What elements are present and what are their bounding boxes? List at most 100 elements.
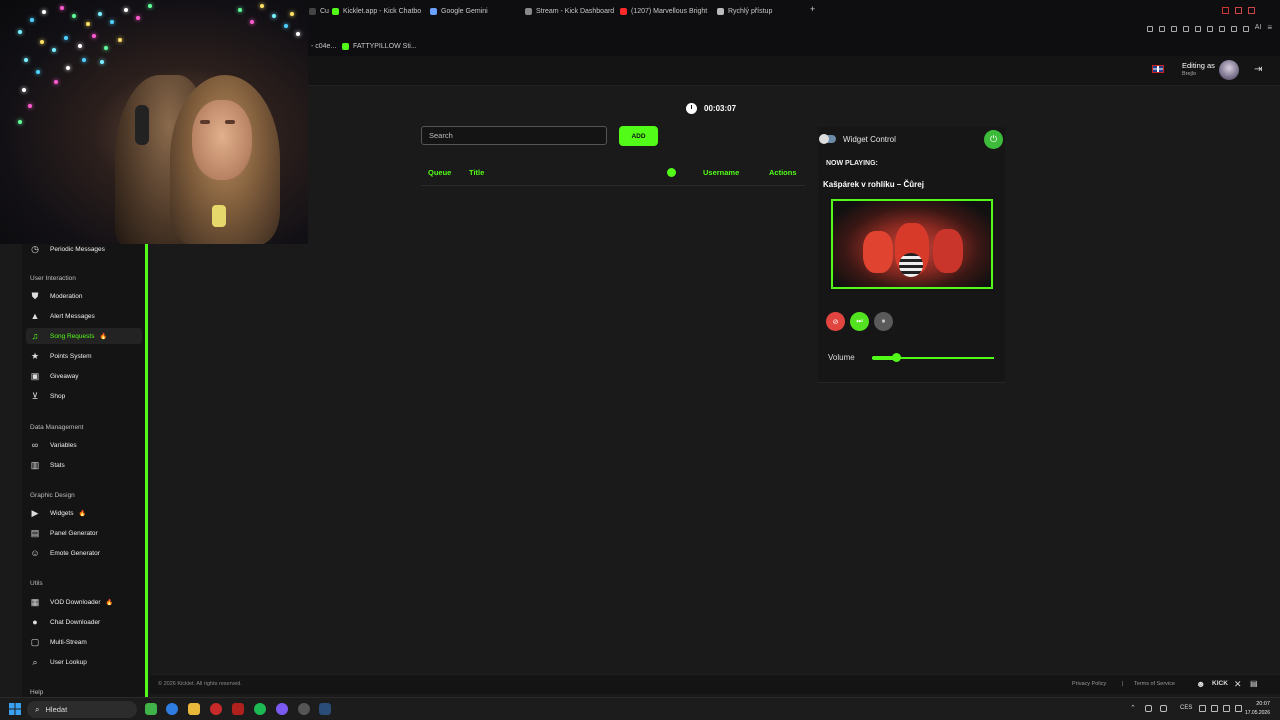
pause-button[interactable]: ⏸ [874,312,893,331]
sidebar-item-stats[interactable]: ▥ Stats [26,457,142,473]
kick-icon[interactable]: KICK [1212,680,1228,687]
xbox-icon[interactable] [145,703,157,715]
browser-tab[interactable]: Google Gemini [430,5,488,17]
bookmark-icon[interactable] [1146,26,1153,32]
logout-icon[interactable]: ⇥ [1254,64,1262,75]
screenshot-icon[interactable] [1158,26,1165,32]
sidebar-item-vod-downloader[interactable]: ▦ VOD Downloader 🔥 [26,594,142,610]
close-window-icon[interactable] [1248,7,1255,14]
add-button[interactable]: ADD [619,126,658,146]
sidebar-item-variables[interactable]: ∞ Variables [26,437,142,453]
taskbar-search[interactable]: ⌕ Hledat [27,701,137,718]
steam-icon[interactable] [319,703,331,715]
sidebar-item-chat-downloader[interactable]: ● Chat Downloader [26,614,142,630]
language-indicator[interactable]: CES [1180,705,1192,711]
column-title[interactable]: Title [469,168,484,177]
sidebar-item-label: Alert Messages [50,312,95,320]
shield-icon[interactable] [1170,26,1177,32]
sidebar-item-multi-stream[interactable]: ▢ Multi-Stream [26,634,142,650]
browser-tab[interactable]: Rychlý přístup [717,5,772,17]
ai-button[interactable]: AI [1255,24,1262,32]
new-tab-button[interactable]: + [810,3,815,15]
obs-icon[interactable] [298,703,310,715]
music-icon: ♫ [31,331,39,341]
network-icon[interactable] [1145,705,1152,712]
app-icon[interactable] [232,703,244,715]
sidebar-item-label: Shop [50,392,66,400]
tab-favicon-icon [620,7,627,15]
sidebar-item-user-lookup[interactable]: ⌕ User Lookup [26,654,142,670]
download-icon[interactable] [1218,26,1225,32]
power-button[interactable]: ⏻ [984,130,1003,149]
sidebar-item-song-requests[interactable]: ♫ Song Requests 🔥 [26,328,142,344]
widget-toggle[interactable] [819,134,836,144]
fairy-light [22,88,26,92]
tray-chevron-icon[interactable]: ⌃ [1130,704,1136,712]
volume-slider-handle[interactable] [892,353,902,362]
discord-icon[interactable]: ☻ [1196,679,1205,689]
opera-icon[interactable] [210,703,222,715]
sidebar-item-label: User Lookup [50,658,87,666]
taskbar-time[interactable]: 20:07 [1240,701,1270,707]
bookmark-item[interactable]: FATTYPILLOW Sti... [342,40,417,52]
sidebar-item-giveaway[interactable]: ▣ Giveaway [26,368,142,384]
fairy-light [104,46,108,50]
maximize-window-icon[interactable] [1235,7,1242,14]
fairy-light [52,48,56,52]
document-icon[interactable]: ▤ [1250,679,1258,688]
shield-icon: ⛊ [31,290,39,301]
tab-label: Google Gemini [441,7,488,15]
volume-icon[interactable] [1223,705,1230,712]
messenger-icon[interactable] [276,703,288,715]
bookmark-item[interactable]: - c04e... [311,40,336,52]
spotify-icon[interactable] [254,703,266,715]
fairy-light [296,32,300,36]
menu-icon[interactable]: ≡ [1267,23,1272,32]
wifi-icon[interactable] [1211,705,1218,712]
browser-tab[interactable]: Cu [309,5,329,17]
avatar[interactable] [1219,60,1239,80]
privacy-policy-link[interactable]: Privacy Policy [1072,681,1106,687]
extension-icon[interactable] [1242,26,1249,32]
search-input[interactable] [421,126,607,145]
sidebar-item-panel-generator[interactable]: ▤ Panel Generator [26,525,142,541]
info-icon[interactable] [667,168,676,177]
column-actions[interactable]: Actions [769,168,797,177]
sidebar-item-moderation[interactable]: ⛊ Moderation [26,288,142,304]
browser-tab[interactable]: (1207) Marvellous Bright [620,5,707,17]
sidebar-item-periodic-messages[interactable]: ◷ Periodic Messages [26,241,142,257]
tab-label: Rychlý přístup [728,7,773,15]
browser-tab[interactable]: Kicklet.app - Kick Chatbo [332,5,421,17]
column-username[interactable]: Username [703,168,739,177]
sidebar-item-label: Variables [50,441,77,449]
sidebar-item-widgets[interactable]: ▶ Widgets 🔥 [26,505,142,521]
volume-slider[interactable] [872,353,994,362]
fairy-light [260,4,264,8]
fairy-light [250,20,254,24]
microphone-icon[interactable] [1160,705,1167,712]
battery-icon[interactable] [1235,705,1242,712]
sidebar-item-emote-generator[interactable]: ☺ Emote Generator [26,545,142,561]
uk-flag-icon[interactable] [1152,65,1164,73]
sidebar-item-alert-messages[interactable]: ▲ Alert Messages [26,308,142,324]
folder-icon[interactable] [188,703,200,715]
windows-start-icon[interactable] [9,703,21,715]
download-icon[interactable] [1230,26,1237,32]
sidebar-item-shop[interactable]: ⊻ Shop [26,388,142,404]
stream-timer: 00:03:07 [686,103,736,114]
stop-button[interactable]: ⊘ [826,312,845,331]
heart-icon[interactable] [1206,26,1213,32]
column-queue[interactable]: Queue [428,168,451,177]
browser-tab[interactable]: Stream - Kick Dashboard [525,5,614,17]
skip-button[interactable]: ⏭ [850,312,869,331]
widget-control-title: Widget Control [843,135,896,144]
edge-icon[interactable] [166,703,178,715]
minimize-window-icon[interactable] [1222,7,1229,14]
play-icon[interactable] [1194,26,1201,32]
fairy-light [136,16,140,20]
monitor-icon[interactable] [1199,705,1206,712]
x-icon[interactable]: ✕ [1234,679,1242,690]
sidebar-item-points-system[interactable]: ★ Points System [26,348,142,364]
terms-link[interactable]: Terms of Service [1134,681,1175,687]
settings-icon[interactable] [1182,26,1189,32]
